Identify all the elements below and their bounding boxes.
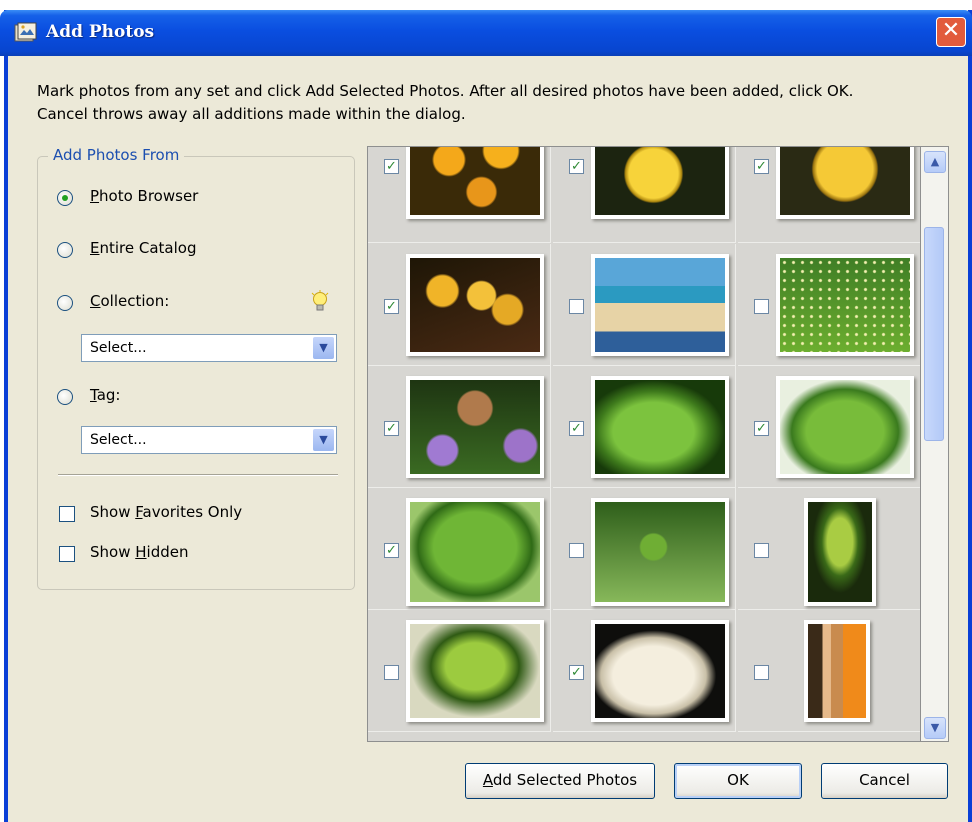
instruction-line-2: Cancel throws away all additions made wi…	[37, 105, 466, 123]
radio-entire-catalog[interactable]	[57, 242, 73, 258]
photo-image	[595, 502, 725, 602]
radio-label-entire-catalog[interactable]: Entire Catalog	[90, 239, 196, 257]
photo-image	[780, 258, 910, 352]
photo-thumbnail[interactable]	[591, 376, 729, 478]
photo-image	[808, 502, 872, 602]
photo-checkbox[interactable]: ✓	[569, 159, 584, 174]
photo-thumbnail[interactable]	[406, 498, 544, 606]
cancel-button[interactable]: Cancel	[821, 763, 948, 799]
photo-image	[410, 502, 540, 602]
scroll-down-button[interactable]: ▼	[924, 717, 946, 739]
photo-thumbnail[interactable]	[406, 376, 544, 478]
scroll-up-button[interactable]: ▲	[924, 151, 946, 173]
photo-checkbox[interactable]: ✓	[384, 299, 399, 314]
radio-tag[interactable]	[57, 389, 73, 405]
photo-checkbox[interactable]: ✓	[754, 159, 769, 174]
collection-select[interactable]: Select... ▼	[81, 334, 337, 362]
photo-cell[interactable]	[553, 488, 736, 610]
photo-checkbox[interactable]	[384, 665, 399, 680]
photo-image	[808, 624, 866, 718]
show-favorites-label[interactable]: Show Favorites Only	[90, 503, 242, 521]
photo-image	[595, 258, 725, 352]
group-legend: Add Photos From	[48, 146, 185, 164]
photo-image	[595, 380, 725, 474]
add-photos-from-group	[37, 156, 355, 590]
close-button[interactable]: ✕	[936, 17, 966, 47]
photo-image	[410, 258, 540, 352]
instruction-line-1: Mark photos from any set and click Add S…	[37, 82, 854, 100]
show-hidden-checkbox[interactable]	[59, 546, 75, 562]
photo-thumbnail[interactable]	[591, 254, 729, 356]
photo-thumbnail[interactable]	[406, 254, 544, 356]
photo-cell[interactable]: ✓	[738, 147, 920, 243]
tag-select-value: Select...	[90, 432, 147, 448]
photo-image	[595, 147, 725, 215]
instruction-text: Mark photos from any set and click Add S…	[37, 80, 957, 126]
photo-checkbox[interactable]: ✓	[384, 543, 399, 558]
photo-thumbnail[interactable]	[804, 620, 870, 722]
photo-image	[410, 624, 540, 718]
photo-thumbnail[interactable]	[591, 147, 729, 219]
scroll-thumb[interactable]	[924, 227, 944, 441]
photo-cell[interactable]: ✓	[368, 488, 551, 610]
photo-cell[interactable]	[368, 610, 551, 732]
photo-thumbnail[interactable]	[591, 498, 729, 606]
photo-cell[interactable]: ✓	[553, 366, 736, 488]
photo-thumbnail[interactable]	[776, 147, 914, 219]
photo-thumbnail[interactable]	[776, 376, 914, 478]
photo-thumbnail[interactable]	[804, 498, 876, 606]
group-separator	[58, 474, 338, 476]
photo-checkbox[interactable]: ✓	[754, 421, 769, 436]
radio-photo-browser[interactable]	[57, 190, 73, 206]
photo-image	[410, 380, 540, 474]
photo-grid: ✓ ✓ ✓ ✓ ✓ ✓ ✓ ✓ ✓	[367, 146, 921, 742]
chevron-down-icon[interactable]: ▼	[313, 429, 334, 451]
photo-image	[410, 147, 540, 215]
radio-label-photo-browser[interactable]: Photo Browser	[90, 187, 198, 205]
photo-thumbnail[interactable]	[591, 620, 729, 722]
lightbulb-icon[interactable]	[310, 290, 330, 314]
photo-image	[780, 147, 910, 215]
photo-thumbnail[interactable]	[406, 147, 544, 219]
photo-checkbox[interactable]: ✓	[569, 421, 584, 436]
tag-select[interactable]: Select... ▼	[81, 426, 337, 454]
photo-cell[interactable]: ✓	[368, 366, 551, 488]
photo-cell[interactable]: ✓	[368, 147, 551, 243]
photo-checkbox[interactable]	[754, 299, 769, 314]
photo-thumbnail[interactable]	[406, 620, 544, 722]
app-icon	[14, 22, 37, 42]
radio-label-tag[interactable]: Tag:	[90, 386, 120, 404]
photo-cell[interactable]	[553, 244, 736, 366]
photo-cell[interactable]	[738, 244, 920, 366]
photo-cell[interactable]	[738, 488, 920, 610]
collection-select-value: Select...	[90, 340, 147, 356]
title-bar[interactable]: Add Photos	[0, 10, 972, 56]
photo-cell[interactable]: ✓	[738, 366, 920, 488]
chevron-down-icon[interactable]: ▼	[313, 337, 334, 359]
radio-label-collection[interactable]: Collection:	[90, 292, 169, 310]
photo-cell[interactable]	[738, 610, 920, 732]
show-favorites-checkbox[interactable]	[59, 506, 75, 522]
photo-checkbox[interactable]	[754, 665, 769, 680]
show-hidden-label[interactable]: Show Hidden	[90, 543, 188, 561]
photo-thumbnail[interactable]	[776, 254, 914, 356]
add-selected-photos-button[interactable]: Add Selected Photos	[465, 763, 655, 799]
dialog-title: Add Photos	[46, 22, 155, 42]
photo-checkbox[interactable]	[754, 543, 769, 558]
photo-checkbox[interactable]	[569, 299, 584, 314]
photo-checkbox[interactable]: ✓	[384, 421, 399, 436]
photo-checkbox[interactable]: ✓	[569, 665, 584, 680]
photo-cell[interactable]: ✓	[553, 147, 736, 243]
ok-button[interactable]: OK	[674, 763, 802, 799]
photo-checkbox[interactable]	[569, 543, 584, 558]
photo-checkbox[interactable]: ✓	[384, 159, 399, 174]
photo-image	[780, 380, 910, 474]
radio-collection[interactable]	[57, 295, 73, 311]
photo-cell[interactable]: ✓	[368, 244, 551, 366]
photo-image	[595, 624, 725, 718]
photo-cell[interactable]: ✓	[553, 610, 736, 732]
vertical-scrollbar[interactable]: ▲ ▼	[921, 146, 949, 742]
